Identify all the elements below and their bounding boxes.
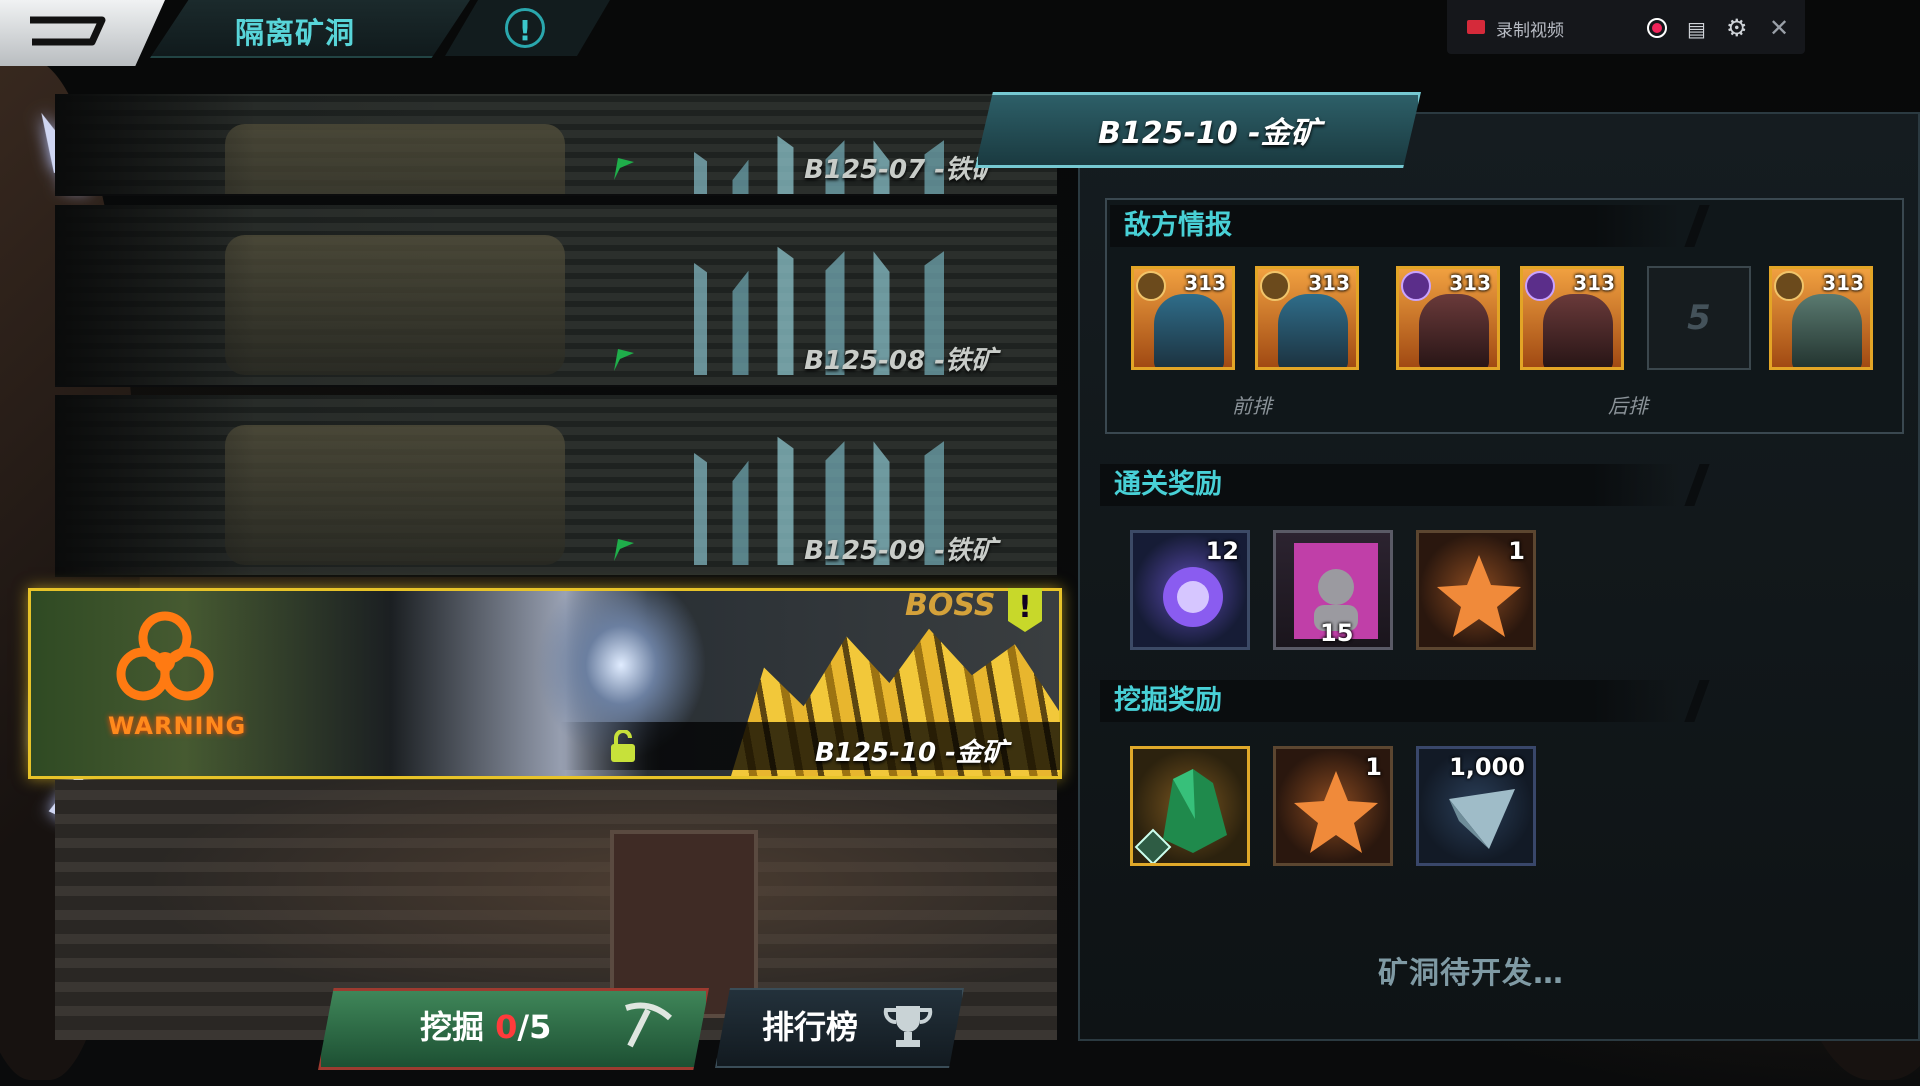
enemy-level: 313 — [1449, 271, 1491, 295]
reward-qty: 1 — [1365, 753, 1382, 781]
pickaxe-icon — [625, 1002, 673, 1048]
enemy-portrait — [1419, 294, 1489, 367]
flag-icon — [614, 158, 634, 180]
dig-count: 0 — [495, 1008, 518, 1046]
enemy-card[interactable]: 313 — [1255, 266, 1359, 370]
mine-label: B125-10 -金矿 — [815, 738, 1008, 768]
enemy-card[interactable]: 313 — [1520, 266, 1624, 370]
mine-machine-image — [225, 235, 565, 375]
mine-label: B125-08 -铁矿 — [804, 346, 997, 376]
back-arrow-icon — [30, 16, 106, 46]
enemy-card[interactable]: 313 — [1769, 266, 1873, 370]
mine-row-b125-07[interactable]: B125-07 -铁矿 — [55, 94, 1057, 196]
row-fade — [55, 395, 255, 575]
enemy-card[interactable]: 313 — [1131, 266, 1235, 370]
reward-qty: 12 — [1205, 537, 1239, 565]
reward-green-crystal[interactable] — [1130, 746, 1250, 866]
boss-label: BOSS — [905, 588, 996, 623]
record-video-label[interactable]: 录制视频 — [1496, 16, 1564, 41]
mine-row-b125-09[interactable]: B125-09 -铁矿 — [55, 395, 1057, 577]
enemy-info-heading: 敌方情报 — [1110, 205, 1680, 247]
mine-machine-image — [225, 425, 565, 565]
record-button[interactable] — [1647, 18, 1667, 38]
enemy-level: 313 — [1308, 271, 1350, 295]
row-fade — [55, 94, 255, 194]
skull-badge-icon — [1525, 271, 1555, 301]
stage-title: B125-10 -金矿 — [1098, 116, 1321, 151]
enemy-portrait — [1543, 294, 1613, 367]
enemy-level: 313 — [1184, 271, 1226, 295]
flag-icon — [614, 539, 634, 561]
mine-row-b125-08[interactable]: B125-08 -铁矿 — [55, 205, 1057, 387]
gear-icon[interactable]: ⚙ — [1726, 14, 1748, 42]
coming-soon-text: 矿洞待开发… — [1378, 956, 1564, 991]
dig-rewards-heading: 挖掘奖励 — [1100, 680, 1680, 722]
trophy-icon — [883, 1006, 933, 1047]
skull-badge-icon — [1401, 271, 1431, 301]
flag-icon — [614, 349, 634, 371]
enemy-portrait — [1154, 294, 1224, 367]
warning-label: WARNING — [108, 712, 247, 740]
mine-label: B125-07 -铁矿 — [804, 155, 997, 185]
enemy-card[interactable]: 313 — [1396, 266, 1500, 370]
enemy-level: 313 — [1822, 271, 1864, 295]
empty-enemy-slot: 5 — [1647, 266, 1751, 370]
row-fade — [55, 205, 255, 385]
dig-label-text: 挖掘 — [420, 1008, 485, 1046]
close-icon[interactable]: ✕ — [1769, 14, 1789, 42]
leaderboard-label: 排行榜 — [762, 1008, 859, 1046]
back-row-label: 后排 — [1608, 394, 1648, 418]
shield-badge-icon — [1774, 271, 1804, 301]
unlock-icon — [611, 730, 635, 762]
info-icon[interactable]: ! — [505, 8, 545, 48]
enemy-portrait — [1792, 294, 1862, 367]
biohazard-icon — [116, 611, 214, 701]
reward-star-shard[interactable]: 1 — [1273, 746, 1393, 866]
mine-label: B125-09 -铁矿 — [804, 536, 997, 566]
reward-purple-orb[interactable]: 12 — [1130, 530, 1250, 650]
enemy-level: 313 — [1573, 271, 1615, 295]
enemy-portrait — [1278, 294, 1348, 367]
reward-alloy[interactable]: 1,000 — [1416, 746, 1536, 866]
shield-badge-icon — [1260, 271, 1290, 301]
list-icon[interactable]: ▤ — [1687, 17, 1706, 41]
reward-qty: 1,000 — [1449, 753, 1525, 781]
front-row-label: 前排 — [1232, 394, 1272, 418]
video-record-icon — [1467, 20, 1485, 34]
mine-machine-image — [225, 124, 565, 194]
reward-hero-card[interactable]: 15 — [1273, 530, 1393, 650]
dig-total: /5 — [517, 1008, 552, 1046]
reward-qty: 15 — [1320, 619, 1354, 647]
reward-star-shard[interactable]: 1 — [1416, 530, 1536, 650]
page-title: 隔离矿洞 — [235, 16, 356, 50]
dig-button-label: 挖掘 0/5 — [420, 1002, 551, 1048]
reward-qty: 1 — [1508, 537, 1525, 565]
clear-rewards-heading: 通关奖励 — [1100, 464, 1680, 506]
shield-badge-icon — [1136, 271, 1166, 301]
green-crystal-icon — [1134, 769, 1227, 863]
